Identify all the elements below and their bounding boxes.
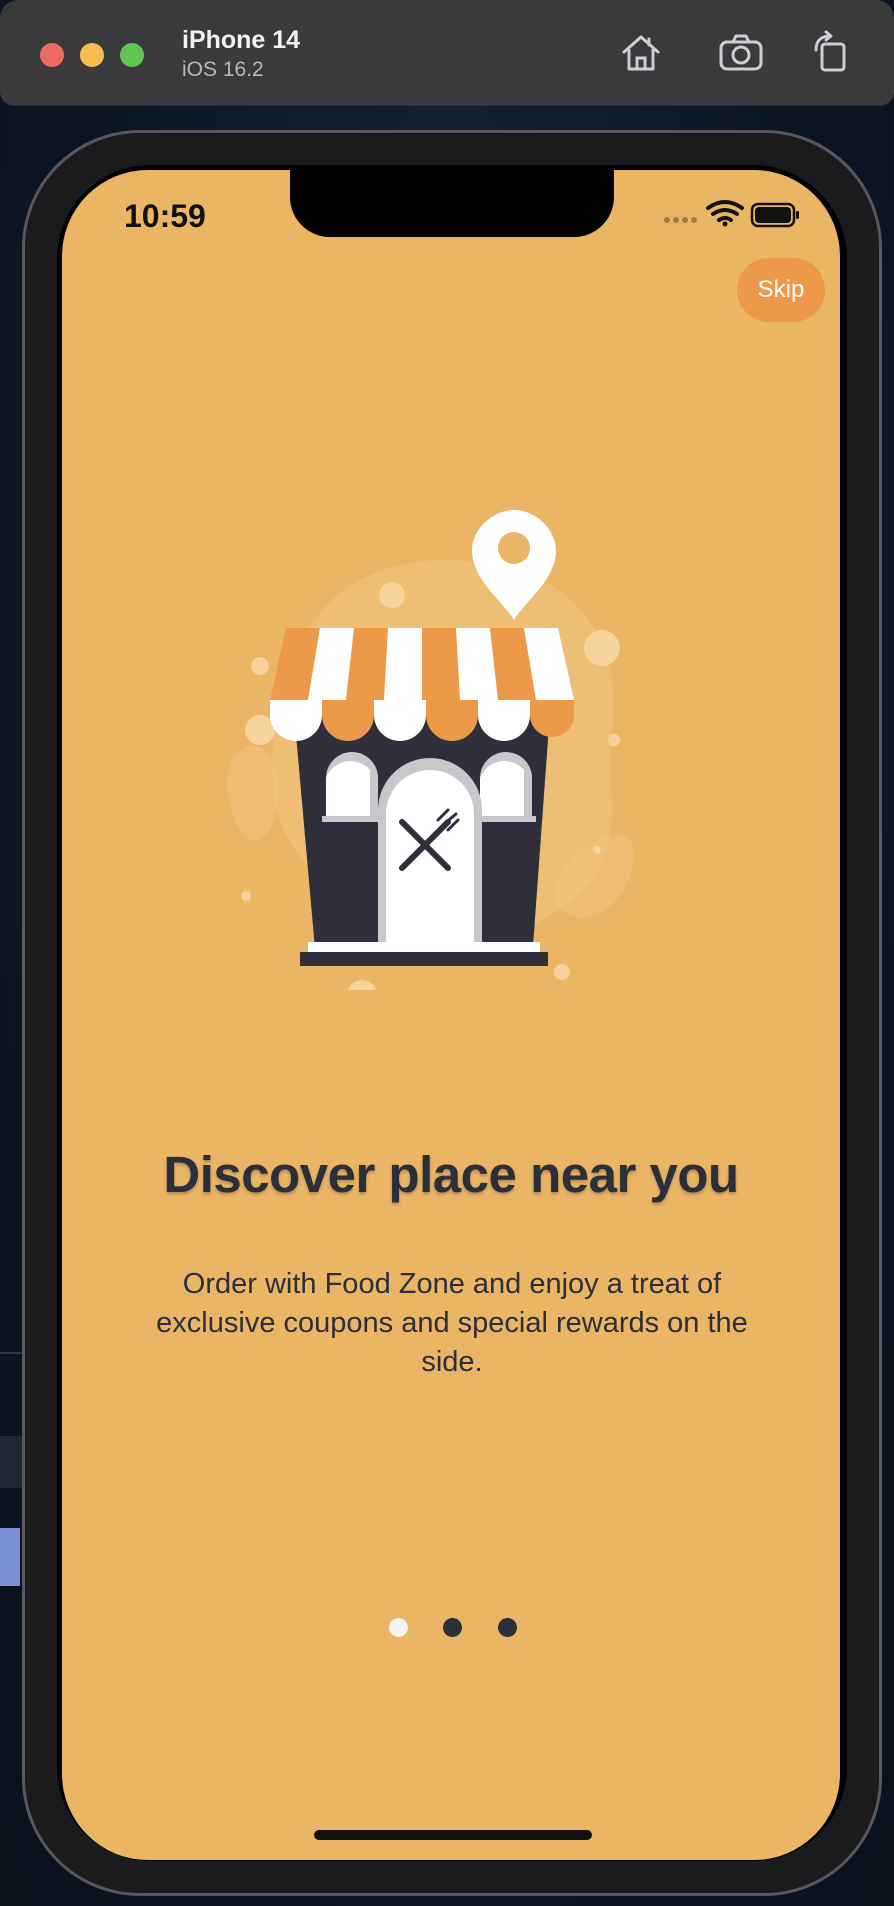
simulator-titlebar: iPhone 14 iOS 16.2 [0, 0, 894, 106]
zoom-window-button[interactable] [120, 43, 144, 67]
camera-icon[interactable] [718, 30, 764, 76]
device-notch [290, 170, 614, 237]
close-window-button[interactable] [40, 43, 64, 67]
onboarding-screen: 10:59 Skip Discover place near you Order… [62, 170, 840, 1860]
status-time: 10:59 [124, 198, 206, 234]
page-dot-2[interactable] [443, 1618, 462, 1637]
onboarding-subtitle: Order with Food Zone and enjoy a treat o… [156, 1268, 748, 1378]
page-dot-3[interactable] [498, 1618, 517, 1637]
page-dot-1-active[interactable] [389, 1618, 408, 1637]
background-panel [0, 1436, 24, 1488]
skip-button[interactable]: Skip [737, 258, 825, 322]
storefront-building [270, 628, 574, 966]
page-indicator[interactable] [62, 1618, 840, 1638]
background-selection [0, 1528, 20, 1586]
onboarding-title: Discover place near you [163, 1146, 739, 1203]
wifi-icon [706, 200, 744, 227]
device-name: iPhone 14 [182, 26, 301, 54]
home-icon[interactable] [618, 30, 664, 76]
rotate-icon[interactable] [808, 30, 854, 76]
os-version: iOS 16.2 [182, 58, 264, 81]
restaurant-storefront-illustration [226, 510, 634, 990]
cellular-signal-icon [664, 217, 697, 223]
status-bar-icons [664, 200, 799, 228]
home-indicator[interactable] [314, 1830, 592, 1840]
battery-icon [750, 202, 799, 228]
minimize-window-button[interactable] [80, 43, 104, 67]
